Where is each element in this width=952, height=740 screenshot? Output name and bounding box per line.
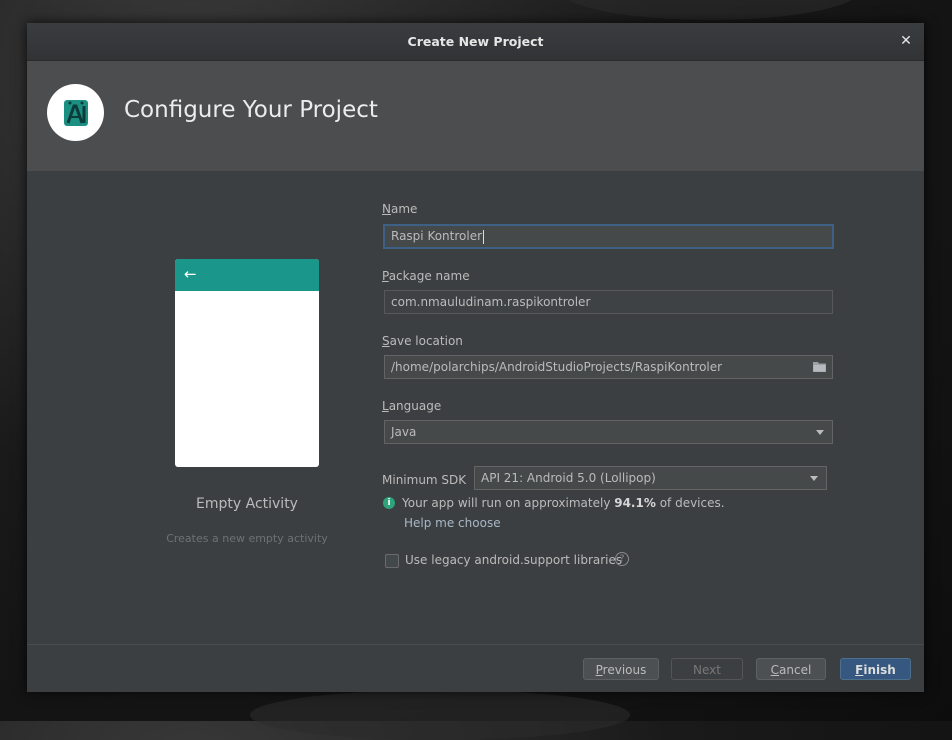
- question-icon[interactable]: ?: [615, 552, 629, 566]
- background-shape: [250, 690, 630, 740]
- previous-button[interactable]: Previous: [583, 658, 659, 680]
- save-location-input[interactable]: /home/polarchips/AndroidStudioProjects/R…: [384, 355, 833, 379]
- background-shape: [560, 0, 860, 20]
- name-label: Name: [382, 202, 418, 216]
- device-coverage-text: Your app will run on approximately 94.1%…: [402, 496, 725, 510]
- close-button[interactable]: ✕: [898, 33, 914, 49]
- folder-icon[interactable]: [813, 361, 826, 372]
- android-studio-icon: [63, 99, 88, 126]
- back-arrow-icon: ←: [184, 265, 197, 283]
- chevron-down-icon: [816, 430, 824, 435]
- min-sdk-select[interactable]: API 21: Android 5.0 (Lollipop): [474, 466, 827, 490]
- page-title: Configure Your Project: [124, 97, 378, 123]
- page-header: Configure Your Project: [27, 61, 924, 171]
- close-icon: ✕: [900, 33, 912, 49]
- activity-preview: ←: [175, 259, 319, 467]
- form-body: ← Empty Activity Creates a new empty act…: [27, 171, 924, 644]
- dialog-title: Create New Project: [407, 34, 544, 49]
- text-caret: [483, 229, 485, 244]
- template-description: Creates a new empty activity: [166, 532, 328, 545]
- package-input[interactable]: com.nmauludinam.raspikontroler: [384, 290, 833, 314]
- next-button[interactable]: Next: [671, 658, 743, 680]
- android-studio-logo: [47, 84, 104, 141]
- language-select[interactable]: Java: [384, 420, 833, 444]
- chevron-down-icon: [810, 476, 818, 481]
- dialog-titlebar: Create New Project ✕: [27, 23, 924, 61]
- finish-button[interactable]: Finish: [840, 658, 911, 680]
- info-icon: i: [383, 497, 395, 509]
- name-input[interactable]: Raspi Kontroler: [383, 224, 834, 249]
- min-sdk-label: Minimum SDK: [382, 473, 467, 487]
- preview-appbar: ←: [175, 259, 319, 291]
- legacy-support-label[interactable]: Use legacy android.support libraries: [405, 553, 622, 567]
- template-name: Empty Activity: [196, 496, 298, 512]
- save-location-label: Save location: [382, 334, 463, 348]
- package-label: Package name: [382, 269, 470, 283]
- create-project-dialog: Create New Project ✕ Configure Your Proj…: [27, 23, 924, 692]
- help-me-choose-link[interactable]: Help me choose: [404, 516, 501, 530]
- language-label: Language: [382, 399, 442, 413]
- dialog-footer: Previous Next Cancel Finish: [27, 644, 924, 692]
- legacy-support-checkbox[interactable]: [385, 554, 399, 568]
- cancel-button[interactable]: Cancel: [756, 658, 826, 680]
